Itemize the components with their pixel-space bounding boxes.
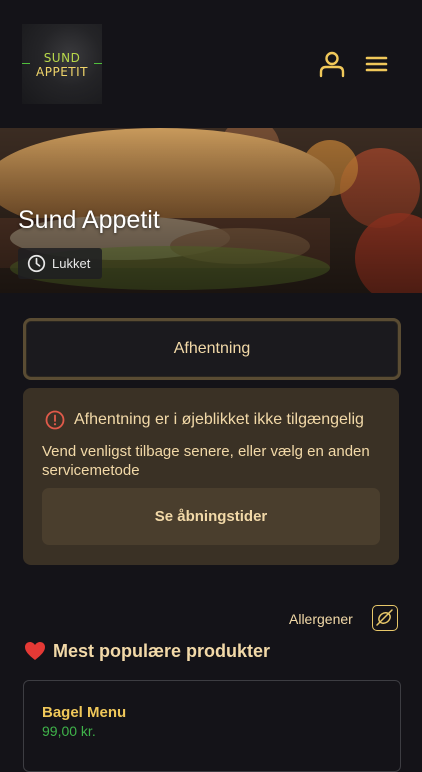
logo-text-line2: APPETIT xyxy=(36,65,88,79)
status-text: Lukket xyxy=(52,256,91,271)
popular-products-title: Mest populære produkter xyxy=(53,641,271,661)
product-price: 99,00 kr. xyxy=(42,723,96,739)
logo-text-line1: SUND xyxy=(43,51,81,65)
opening-hours-button[interactable]: Se åbningstider xyxy=(42,488,380,545)
heart-icon xyxy=(25,642,45,660)
hero-banner: Sund Appetit Lukket xyxy=(0,128,422,293)
alert-circle-icon xyxy=(45,410,65,430)
status-badge: Lukket xyxy=(18,248,102,279)
allergens-label[interactable]: Allergener xyxy=(289,611,353,627)
menu-icon[interactable] xyxy=(362,50,392,78)
pickup-method-button[interactable]: Afhentning xyxy=(23,318,401,380)
logo[interactable]: SUND APPETIT xyxy=(22,24,102,104)
unavailable-notice: Afhentning er i øjeblikket ikke tilgænge… xyxy=(23,388,399,565)
allergen-icon[interactable] xyxy=(372,605,398,631)
app-header: SUND APPETIT xyxy=(0,0,422,128)
clock-icon xyxy=(27,254,46,273)
user-icon[interactable] xyxy=(318,50,346,78)
notice-title: Afhentning er i øjeblikket ikke tilgænge… xyxy=(74,411,364,428)
notice-body: Vend venligst tilbage senere, eller vælg… xyxy=(42,443,370,479)
product-name: Bagel Menu xyxy=(42,704,127,721)
product-card[interactable]: Bagel Menu 99,00 kr. xyxy=(23,680,401,772)
restaurant-name: Sund Appetit xyxy=(18,206,160,234)
